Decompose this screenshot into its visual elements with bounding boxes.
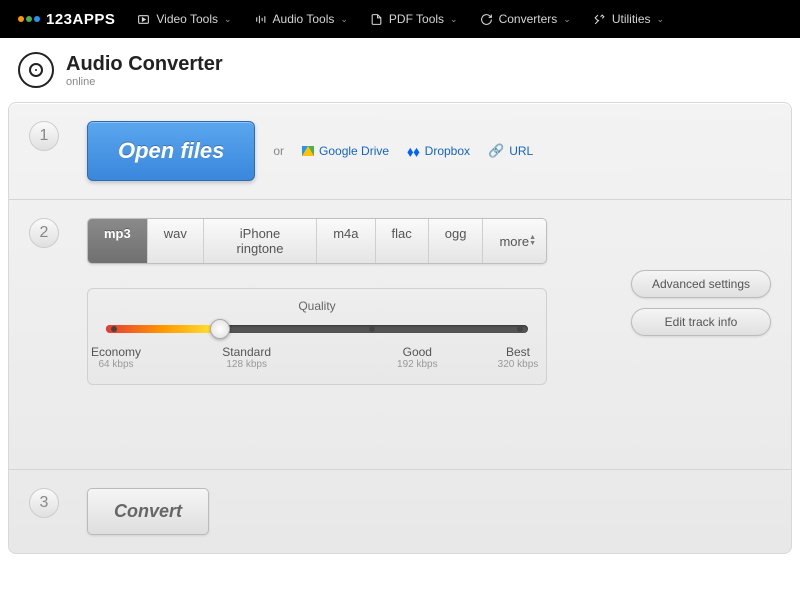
quality-stop-name: Good (403, 345, 432, 359)
slider-tick (517, 326, 523, 332)
open-files-button[interactable]: Open files (87, 121, 255, 181)
tab-wav[interactable]: wav (148, 219, 204, 263)
page-title: Audio Converter (66, 53, 223, 76)
nav-video-tools[interactable]: Video Tools⌄ (137, 12, 231, 26)
tools-icon (593, 13, 606, 26)
step-number: 3 (29, 488, 59, 518)
brand-text: 123APPS (46, 11, 115, 28)
quality-stop-name: Best (506, 345, 530, 359)
quality-stop-rate: 192 kbps (387, 359, 447, 370)
slider-fill (106, 325, 220, 333)
quality-title: Quality (106, 299, 528, 313)
chevron-down-icon: ⌄ (340, 14, 348, 25)
source-google-drive[interactable]: Google Drive (302, 144, 389, 158)
chevron-down-icon: ⌄ (657, 14, 665, 25)
step-3: 3 Convert (9, 469, 791, 553)
or-text: or (273, 144, 284, 158)
quality-slider[interactable] (106, 325, 528, 333)
advanced-settings-button[interactable]: Advanced settings (631, 270, 771, 298)
tab-mp3[interactable]: mp3 (88, 219, 148, 263)
step-1: 1 Open files or Google Drive ⬧⬧Dropbox 🔗… (9, 103, 791, 199)
source-dropbox[interactable]: ⬧⬧Dropbox (407, 143, 470, 160)
quality-labels: Economy64 kbps Standard128 kbps Good192 … (106, 345, 528, 370)
edit-track-info-button[interactable]: Edit track info (631, 308, 771, 336)
logo[interactable]: 123APPS (18, 11, 115, 28)
convert-button[interactable]: Convert (87, 488, 209, 535)
format-tabs: mp3 wav iPhone ringtone m4a flac ogg mor… (87, 218, 547, 264)
tab-ogg[interactable]: ogg (429, 219, 484, 263)
tab-iphone-ringtone[interactable]: iPhone ringtone (204, 219, 317, 263)
chevron-down-icon: ⌄ (224, 14, 232, 25)
page-header: Audio Converter online (0, 38, 800, 102)
slider-tick (369, 326, 375, 332)
quality-stop-rate: 64 kbps (86, 359, 146, 370)
quality-stop-rate: 320 kbps (488, 359, 548, 370)
nav-converters[interactable]: Converters⌄ (480, 12, 571, 26)
source-url[interactable]: 🔗URL (488, 143, 533, 159)
quality-stop-name: Economy (91, 345, 141, 359)
top-nav: 123APPS Video Tools⌄ Audio Tools⌄ PDF To… (0, 0, 800, 38)
stepper-icon: ▲▼ (529, 235, 536, 247)
chevron-down-icon: ⌄ (450, 14, 458, 25)
tab-m4a[interactable]: m4a (317, 219, 375, 263)
quality-panel: Quality Economy64 kbps Standard128 kbps … (87, 288, 547, 385)
tab-flac[interactable]: flac (376, 219, 429, 263)
vinyl-icon (18, 52, 54, 88)
step-number: 1 (29, 121, 59, 151)
refresh-icon (480, 13, 493, 26)
slider-tick (111, 326, 117, 332)
step-number: 2 (29, 218, 59, 248)
quality-stop-rate: 128 kbps (217, 359, 277, 370)
google-drive-icon (302, 146, 314, 156)
tab-more[interactable]: more▲▼ (483, 219, 546, 263)
quality-stop-name: Standard (222, 345, 271, 359)
page-subtitle: online (66, 76, 223, 88)
step-2: 2 mp3 wav iPhone ringtone m4a flac ogg m… (9, 199, 791, 469)
document-icon (370, 13, 383, 26)
side-buttons: Advanced settings Edit track info (631, 270, 771, 336)
equalizer-icon (254, 13, 267, 26)
link-icon: 🔗 (488, 143, 504, 159)
dropbox-icon: ⬧⬧ (407, 143, 420, 160)
app-panel: 1 Open files or Google Drive ⬧⬧Dropbox 🔗… (8, 102, 792, 554)
slider-handle[interactable] (210, 319, 230, 339)
logo-dots-icon (18, 16, 40, 22)
play-icon (137, 13, 150, 26)
nav-utilities[interactable]: Utilities⌄ (593, 12, 664, 26)
chevron-down-icon: ⌄ (563, 14, 571, 25)
nav-pdf-tools[interactable]: PDF Tools⌄ (370, 12, 458, 26)
nav-audio-tools[interactable]: Audio Tools⌄ (254, 12, 348, 26)
